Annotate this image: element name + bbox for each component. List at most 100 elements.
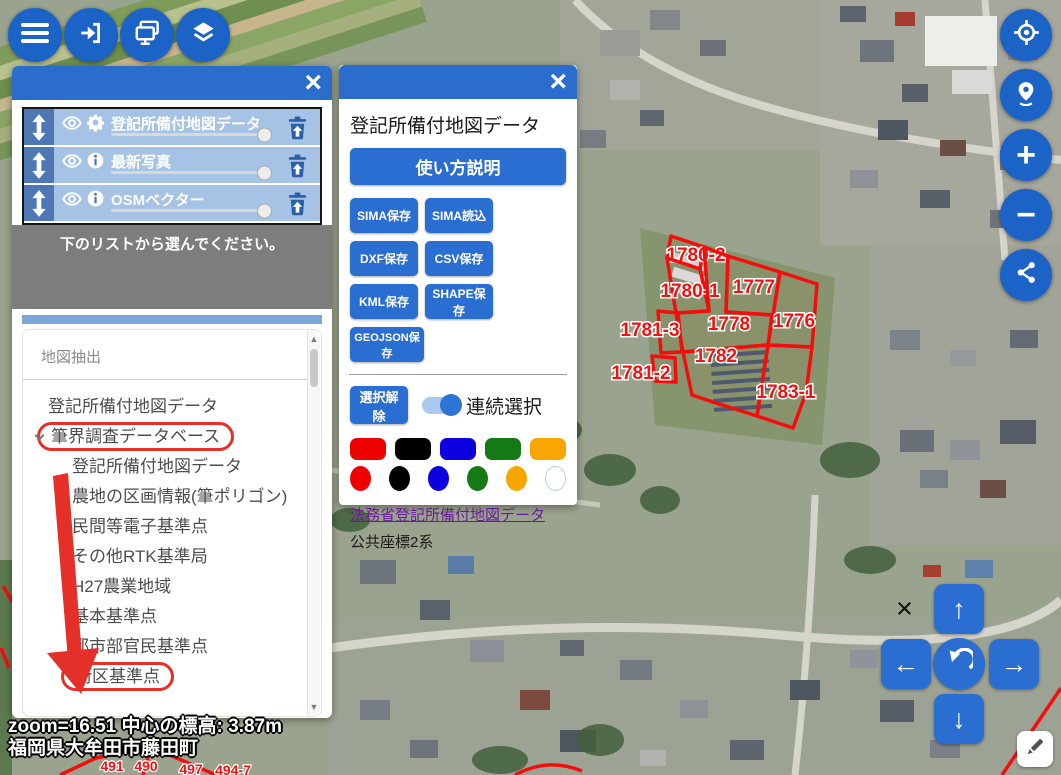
export-button[interactable]: SIMA保存: [350, 198, 418, 233]
eye-icon[interactable]: [62, 113, 82, 138]
trash-upload-icon[interactable]: [286, 116, 309, 145]
trash-upload-icon[interactable]: [286, 154, 309, 183]
scrollbar[interactable]: ▲ ▼: [307, 331, 320, 715]
reorder-updown-icon[interactable]: [24, 109, 54, 145]
color-circle[interactable]: [506, 466, 527, 491]
list-item[interactable]: 民間等電子基準点: [23, 512, 321, 542]
collapsed-strip[interactable]: [22, 315, 322, 324]
parcel-1781-3[interactable]: [658, 311, 682, 353]
list-item[interactable]: 筆界調査データベース: [23, 422, 321, 452]
export-button[interactable]: CSV保存: [425, 241, 493, 276]
list-item[interactable]: 登記所備付地図データ: [23, 452, 321, 482]
color-circle[interactable]: [428, 466, 449, 491]
tool-panel-header: ×: [339, 65, 577, 99]
gps-center-button[interactable]: [1000, 9, 1052, 61]
layer-name: OSMベクター: [111, 189, 205, 210]
export-button[interactable]: KML保存: [350, 284, 418, 319]
color-circle[interactable]: [467, 466, 488, 491]
reorder-updown-icon[interactable]: [24, 147, 54, 183]
list-item[interactable]: 都市部官民基準点: [23, 632, 321, 662]
color-swatch[interactable]: [530, 438, 566, 460]
opacity-slider[interactable]: [111, 133, 272, 136]
zoom-in-button[interactable]: +: [1000, 129, 1052, 181]
info-icon[interactable]: [86, 151, 105, 175]
slider-knob[interactable]: [257, 127, 272, 142]
coordinate-system-label: 公共座標2系: [350, 531, 566, 552]
layer-row[interactable]: 登記所備付地図データ: [24, 109, 320, 147]
list-item-label: H27農業地域: [72, 577, 171, 596]
list-item-label: 農地の区画情報(筆ポリゴン): [72, 487, 287, 506]
layer-row[interactable]: OSMベクター: [24, 185, 320, 223]
moj-data-link[interactable]: 法務省登記所備付地図データ: [350, 504, 545, 525]
screen-share-button[interactable]: [120, 8, 174, 62]
eye-icon[interactable]: [62, 189, 82, 214]
parcel-1781-2[interactable]: [652, 356, 676, 382]
list-item[interactable]: 基本基準点: [23, 602, 321, 632]
close-icon[interactable]: ×: [304, 66, 322, 100]
color-swatch[interactable]: [485, 438, 521, 460]
layers-button[interactable]: [176, 8, 230, 62]
info-icon[interactable]: [86, 189, 105, 213]
menu-button[interactable]: [8, 8, 62, 62]
menu-icon: [21, 22, 49, 49]
pan-down-button[interactable]: ↓: [934, 694, 984, 744]
close-icon[interactable]: ×: [549, 65, 567, 99]
list-item[interactable]: その他RTK基準局: [23, 542, 321, 572]
slider-knob[interactable]: [257, 203, 272, 218]
screen-share-icon: [134, 19, 161, 51]
export-button[interactable]: DXF保存: [350, 241, 418, 276]
deselect-button[interactable]: 選択解除: [350, 386, 408, 424]
undo-icon: [945, 648, 973, 681]
opacity-slider[interactable]: [111, 209, 272, 212]
undo-view-button[interactable]: [933, 638, 985, 690]
list-item-label: 街区基準点: [61, 662, 174, 691]
list-card-title: 地図抽出: [23, 330, 321, 367]
reorder-updown-icon[interactable]: [24, 185, 54, 221]
pin-drop-button[interactable]: [1000, 69, 1052, 121]
list-item[interactable]: 登記所備付地図データ: [23, 392, 321, 422]
app-window: 1780-21780-117771776177817821783-11781-3…: [0, 0, 1061, 775]
list-item[interactable]: 街区基準点: [23, 662, 321, 692]
left-panel-header: ×: [12, 66, 332, 100]
close-icon[interactable]: ×: [896, 595, 913, 624]
trash-upload-icon[interactable]: [286, 192, 309, 221]
layer-row[interactable]: 最新写真: [24, 147, 320, 185]
list-item[interactable]: 農地の区画情報(筆ポリゴン): [23, 482, 321, 512]
scroll-thumb[interactable]: [310, 349, 318, 387]
zoom-out-button[interactable]: −: [1000, 189, 1052, 241]
login-button[interactable]: [64, 8, 118, 62]
export-button[interactable]: SIMA読込: [425, 198, 493, 233]
share-icon: [1014, 260, 1039, 290]
slider-knob[interactable]: [257, 165, 272, 180]
color-circle[interactable]: [350, 466, 371, 491]
help-button[interactable]: 使い方説明: [350, 148, 566, 185]
login-icon: [78, 20, 104, 51]
pan-right-button[interactable]: →: [989, 639, 1039, 689]
color-swatch[interactable]: [395, 438, 431, 460]
pan-left-button[interactable]: ←: [881, 639, 931, 689]
layer-rows: 登記所備付地図データ最新写真 OSMベクター: [22, 107, 322, 225]
list-item[interactable]: H27農業地域: [23, 572, 321, 602]
color-swatch[interactable]: [350, 438, 386, 460]
color-circle[interactable]: [545, 466, 566, 491]
continuous-select-toggle[interactable]: [422, 397, 458, 414]
draw-button[interactable]: [1017, 731, 1053, 767]
opacity-slider[interactable]: [111, 171, 272, 174]
eye-icon[interactable]: [62, 151, 82, 176]
export-button[interactable]: SHAPE保存: [425, 284, 493, 319]
pencil-icon: [1024, 736, 1046, 763]
arrow-down-icon: ↓: [952, 704, 966, 735]
color-swatch[interactable]: [440, 438, 476, 460]
share-button[interactable]: [1000, 249, 1052, 301]
gps-crosshair-icon: [1013, 19, 1040, 51]
scroll-down-icon[interactable]: ▼: [308, 702, 320, 712]
gear-icon[interactable]: [86, 113, 105, 137]
layers-icon: [190, 19, 217, 51]
list-item-label: その他RTK基準局: [72, 547, 208, 566]
export-button[interactable]: GEOJSON保存: [350, 327, 424, 362]
pan-up-button[interactable]: ↑: [934, 584, 984, 634]
color-circle[interactable]: [389, 466, 410, 491]
list-item-label: 登記所備付地図データ: [48, 397, 218, 416]
scroll-up-icon[interactable]: ▲: [308, 334, 320, 344]
toggle-label: 連続選択: [466, 392, 542, 419]
